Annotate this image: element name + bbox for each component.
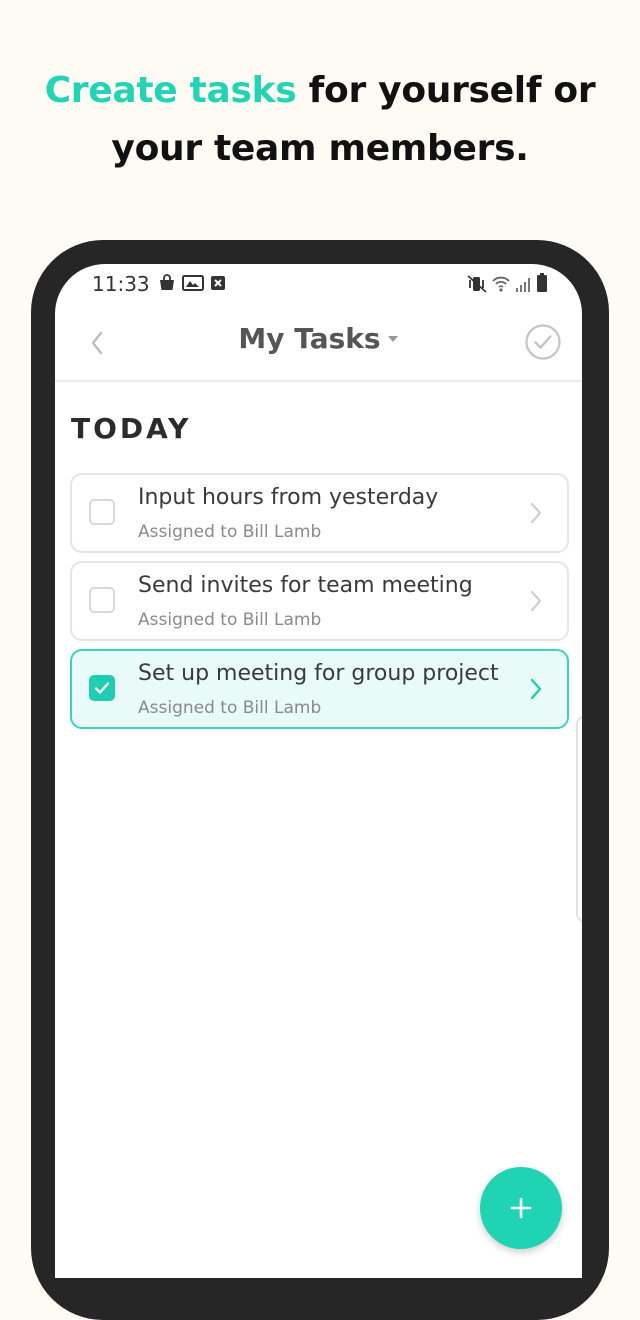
gallery-icon xyxy=(182,274,204,298)
headline-accent: Create tasks xyxy=(44,70,297,111)
task-row[interactable]: Set up meeting for group project Assigne… xyxy=(70,649,569,729)
shopping-bag-icon xyxy=(158,274,176,298)
phone-screen: 11:33 My Tasks TODAY Input hours from ye… xyxy=(55,264,582,1278)
caret-down-icon xyxy=(387,330,399,348)
wifi-icon xyxy=(492,275,510,299)
task-list-selector[interactable]: My Tasks xyxy=(238,322,398,355)
chevron-right-icon xyxy=(529,501,543,525)
signal-icon xyxy=(515,276,531,299)
task-assignee: Assigned to Bill Lamb xyxy=(138,610,322,630)
complete-tasks-button[interactable] xyxy=(524,323,562,361)
chevron-right-icon xyxy=(529,589,543,613)
close-box-icon xyxy=(210,274,226,298)
task-assignee: Assigned to Bill Lamb xyxy=(138,522,322,542)
status-time: 11:33 xyxy=(92,272,150,296)
task-title: Send invites for team meeting xyxy=(138,573,473,598)
check-circle-icon xyxy=(524,324,562,365)
task-checkbox[interactable] xyxy=(89,499,115,525)
chevron-right-icon xyxy=(529,677,543,701)
task-checkbox[interactable] xyxy=(89,587,115,613)
page-title: My Tasks xyxy=(238,322,381,355)
headline: Create tasks for yourself or your team m… xyxy=(0,62,640,178)
task-assignee: Assigned to Bill Lamb xyxy=(138,698,322,718)
status-bar: 11:33 xyxy=(55,264,582,304)
task-checkbox[interactable] xyxy=(89,675,115,701)
task-row[interactable]: Input hours from yesterday Assigned to B… xyxy=(70,473,569,553)
vibrate-mute-icon xyxy=(467,275,487,299)
task-title: Set up meeting for group project xyxy=(138,661,499,686)
task-row[interactable]: Send invites for team meeting Assigned t… xyxy=(70,561,569,641)
battery-icon xyxy=(536,273,548,299)
top-navigation-bar: My Tasks xyxy=(55,304,582,382)
scrollbar[interactable] xyxy=(576,716,582,922)
section-title: TODAY xyxy=(71,412,192,445)
add-task-button[interactable] xyxy=(480,1167,562,1249)
task-title: Input hours from yesterday xyxy=(138,485,439,510)
